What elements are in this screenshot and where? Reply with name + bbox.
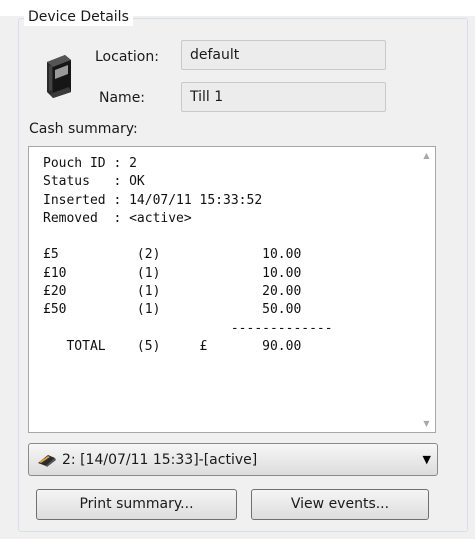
location-label: Location: [95,49,159,65]
print-summary-button[interactable]: Print summary... [36,489,237,520]
scroll-up-arrow-icon[interactable]: ▲ [418,147,435,164]
name-label: Name: [99,90,146,106]
scroll-down-arrow-icon[interactable]: ▼ [418,415,435,432]
location-field: default [181,40,386,70]
device-details-panel: Device Details Location: default Name: T… [0,0,475,539]
dropdown-arrow-icon[interactable]: ▼ [423,451,431,469]
view-events-button[interactable]: View events... [251,489,429,520]
name-field: Till 1 [181,82,386,112]
group-title: Device Details [24,8,133,26]
cash-summary-textbox[interactable]: Pouch ID : 2 Status : OK Inserted : 14/0… [28,146,436,433]
device-terminal-icon [47,55,71,98]
pouch-select-value: 2: [14/07/11 15:33]-[active] [62,452,258,468]
cash-summary-label: Cash summary: [29,121,138,137]
pouch-select-dropdown[interactable]: 2: [14/07/11 15:33]-[active] ▼ [28,443,438,476]
cash-summary-scrollbar[interactable]: ▲ ▼ [418,147,435,432]
pouch-icon [38,455,56,467]
cash-summary-text: Pouch ID : 2 Status : OK Inserted : 14/0… [43,156,333,354]
